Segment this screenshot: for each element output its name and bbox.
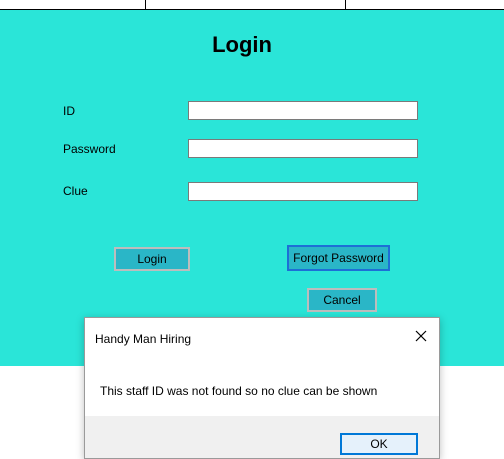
login-button[interactable]: Login — [114, 247, 190, 271]
id-label: ID — [63, 104, 75, 118]
forgot-password-button[interactable]: Forgot Password — [287, 245, 390, 271]
login-title: Login — [212, 32, 272, 57]
message-dialog: Handy Man Hiring This staff ID was not f… — [84, 317, 440, 459]
password-input[interactable] — [188, 139, 418, 158]
ok-button[interactable]: OK — [340, 433, 418, 455]
dialog-title: Handy Man Hiring — [95, 332, 192, 346]
close-icon-glyph — [415, 330, 427, 342]
divider — [145, 0, 146, 9]
cancel-button[interactable]: Cancel — [307, 288, 377, 312]
window-top-edge — [0, 0, 504, 10]
dialog-message: This staff ID was not found so no clue c… — [100, 384, 378, 398]
close-icon[interactable] — [413, 328, 429, 344]
password-label: Password — [63, 142, 116, 156]
clue-label: Clue — [63, 184, 88, 198]
dialog-titlebar: Handy Man Hiring — [85, 318, 439, 360]
login-form-panel: Login ID Password Clue Login Forgot Pass… — [0, 10, 504, 366]
divider — [345, 0, 346, 9]
dialog-body: This staff ID was not found so no clue c… — [85, 360, 439, 416]
clue-input[interactable] — [188, 182, 418, 201]
dialog-footer: OK — [85, 416, 439, 458]
id-input[interactable] — [188, 101, 418, 120]
app-window: Login ID Password Clue Login Forgot Pass… — [0, 0, 504, 459]
